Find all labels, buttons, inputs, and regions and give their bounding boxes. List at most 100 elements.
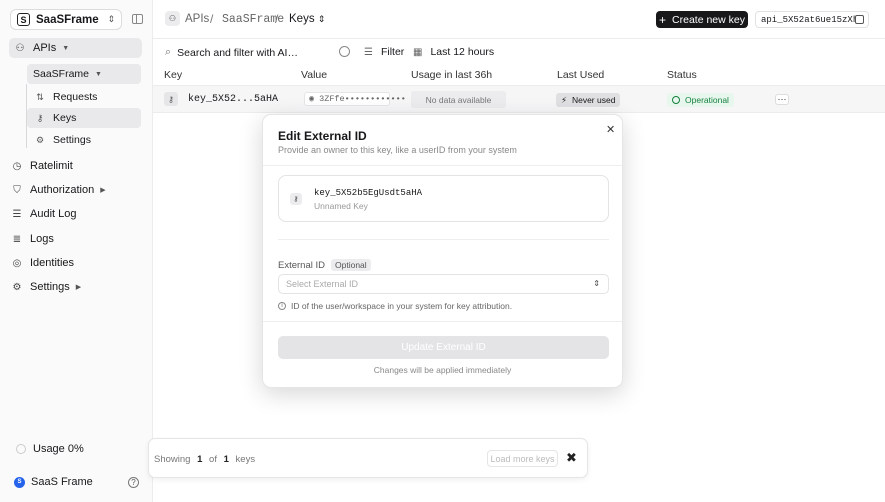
plus-icon: + (659, 12, 667, 27)
search-input[interactable]: ⌕ Search and filter with AI… (165, 46, 298, 59)
sidebar-item-label: Authorization (30, 184, 95, 196)
user-name: SaaS Frame (31, 476, 93, 488)
sidebar-item-identities[interactable]: ◎ Identities (10, 253, 74, 273)
sidebar-item-label: Settings (53, 134, 91, 146)
key-icon: ⚷ (164, 92, 178, 106)
api-id-copy[interactable]: api_5X52at6ue15zXh… (755, 11, 869, 28)
key-cell: ⚷ key_5X52...5aHA (164, 92, 278, 106)
pager-total: 1 (223, 454, 229, 465)
filter-button[interactable]: ☰ Filter (364, 46, 404, 58)
dialog-subtitle: Provide an owner to this key, like a use… (278, 145, 517, 155)
update-external-id-button[interactable]: Update External ID (278, 336, 609, 359)
user-menu[interactable]: S SaaS Frame (14, 476, 93, 488)
dialog-note: Changes will be applied immediately (373, 365, 512, 375)
pager-unit: keys (235, 454, 256, 465)
time-range-label: Last 12 hours (430, 46, 495, 58)
pagination-bar: Showing 1 of 1 keys Load more keys ✖ (148, 438, 588, 478)
caret-right-icon: ▶ (75, 284, 82, 291)
workspace-logo: S (17, 13, 30, 26)
column-header-key[interactable]: Key (164, 69, 182, 81)
clock-icon: ◷ (12, 160, 22, 172)
help-text: i ID of the user/workspace in your syste… (278, 301, 512, 311)
avatar: S (14, 476, 25, 488)
chevron-up-down-icon: ⇕ (593, 279, 600, 288)
pager-showing: Showing (154, 454, 191, 465)
sidebar-item-label: Identities (30, 257, 75, 269)
breadcrumb-keys-label: Keys (289, 13, 315, 25)
gear-icon: ⚙ (35, 134, 45, 145)
shield-icon: ⛉ (13, 184, 21, 196)
usage-indicator[interactable]: Usage 0% (16, 443, 84, 455)
sidebar-item-authorization[interactable]: ⛉ Authorization ▶ (10, 180, 106, 200)
sidebar-item-api-saasframe[interactable]: SaaSFrame ▼ (27, 64, 141, 84)
ai-refresh-icon[interactable] (339, 46, 350, 57)
sidebar-item-logs[interactable]: ≣ Logs (10, 229, 54, 249)
create-key-button[interactable]: + Create new key (656, 11, 748, 28)
info-icon: i (278, 302, 286, 310)
sidebar-item-api-settings[interactable]: ⚙ Settings (27, 130, 141, 150)
sidebar-item-requests[interactable]: ⇅ Requests (27, 87, 141, 107)
sidebar-item-label: Audit Log (30, 208, 77, 220)
list-icon: ☰ (12, 208, 22, 220)
sidebar-item-apis[interactable]: ⚇ APIs ▼ (9, 38, 142, 58)
column-header-value[interactable]: Value (301, 69, 327, 81)
sidebar-item-label: Logs (30, 233, 54, 245)
pager-count: 1 (197, 454, 203, 465)
time-range-button[interactable]: ▦ Last 12 hours (413, 46, 494, 58)
column-header-usage[interactable]: Usage in last 36h (411, 69, 492, 81)
breadcrumb-apis[interactable]: APIs (185, 13, 209, 25)
usage-ring-icon (16, 444, 26, 454)
external-id-select[interactable]: Select External ID ⇕ (278, 274, 609, 294)
search-placeholder: Search and filter with AI… (177, 46, 298, 59)
key-value[interactable]: ◉ 3ZFfe•••••••••••• (304, 92, 406, 106)
close-icon[interactable]: ✕ (606, 123, 615, 136)
nodes-icon: ⚇ (165, 11, 180, 26)
key-name: Unnamed Key (314, 201, 368, 211)
caret-down-icon: ▼ (62, 44, 70, 52)
workspace-name: SaaSFrame (36, 13, 99, 26)
caret-right-icon: ▶ (100, 187, 106, 194)
check-circle-icon (672, 96, 680, 104)
table-row[interactable]: ⚷ key_5X52...5aHA ◉ 3ZFfe•••••••••••• No… (153, 85, 885, 113)
column-header-last-used[interactable]: Last Used (557, 69, 604, 81)
sidebar-item-label: Keys (53, 112, 77, 124)
divider (263, 165, 622, 166)
pagination-info: Showing 1 of 1 keys (154, 454, 255, 465)
nodes-icon: ⚇ (15, 42, 25, 54)
sidebar-item-label: Ratelimit (30, 160, 73, 172)
key-value-text: 3ZFfe•••••••••••• (319, 94, 406, 104)
filter-label: Filter (380, 46, 405, 58)
sidebar-item-label: Settings (30, 281, 70, 293)
dialog-title: Edit External ID (278, 129, 367, 143)
key-icon: ⚷ (290, 193, 302, 205)
load-more-button[interactable]: Load more keys (487, 450, 558, 467)
workspace-switcher[interactable]: S SaaSFrame ⇕ (10, 9, 122, 30)
breadcrumb-keys[interactable]: Keys ⇕ (289, 13, 325, 25)
help-icon[interactable]: ? (128, 477, 139, 488)
usage-cell: No data available (411, 91, 506, 108)
gear-icon: ⚙ (12, 281, 22, 293)
breadcrumb-separator: / (210, 12, 214, 26)
sidebar-item-ratelimit[interactable]: ◷ Ratelimit (10, 156, 73, 176)
activity-icon: ⚡ (561, 94, 567, 105)
usage-label: Usage 0% (33, 443, 84, 455)
more-options-icon[interactable]: ··· (775, 94, 789, 105)
arrows-icon: ⇅ (36, 91, 44, 102)
divider (278, 239, 609, 240)
close-icon[interactable]: ✖ (566, 450, 577, 466)
external-id-label: External ID Optional (278, 259, 371, 271)
sidebar-item-label: APIs (33, 42, 57, 54)
header: ⚇ APIs / SaaSFrame / Keys ⇕ + Create new… (153, 0, 885, 39)
filter-bar: ⌕ Search and filter with AI… ☰ Filter ▦ … (153, 40, 885, 63)
pager-of: of (209, 454, 217, 465)
status-badge: Operational (667, 93, 734, 107)
column-header-status[interactable]: Status (667, 69, 697, 81)
copy-icon[interactable] (855, 15, 864, 24)
sidebar-item-keys[interactable]: ⚷ Keys (27, 108, 141, 128)
sidebar-item-settings[interactable]: ⚙ Settings ▶ (10, 277, 82, 297)
sidebar-item-audit-log[interactable]: ☰ Audit Log (10, 204, 77, 224)
key-id: key_5X52...5aHA (188, 93, 279, 105)
sidebar-collapse-icon[interactable] (132, 14, 143, 24)
last-used-label: Never used (571, 95, 616, 105)
sidebar-item-label: Requests (53, 91, 98, 103)
